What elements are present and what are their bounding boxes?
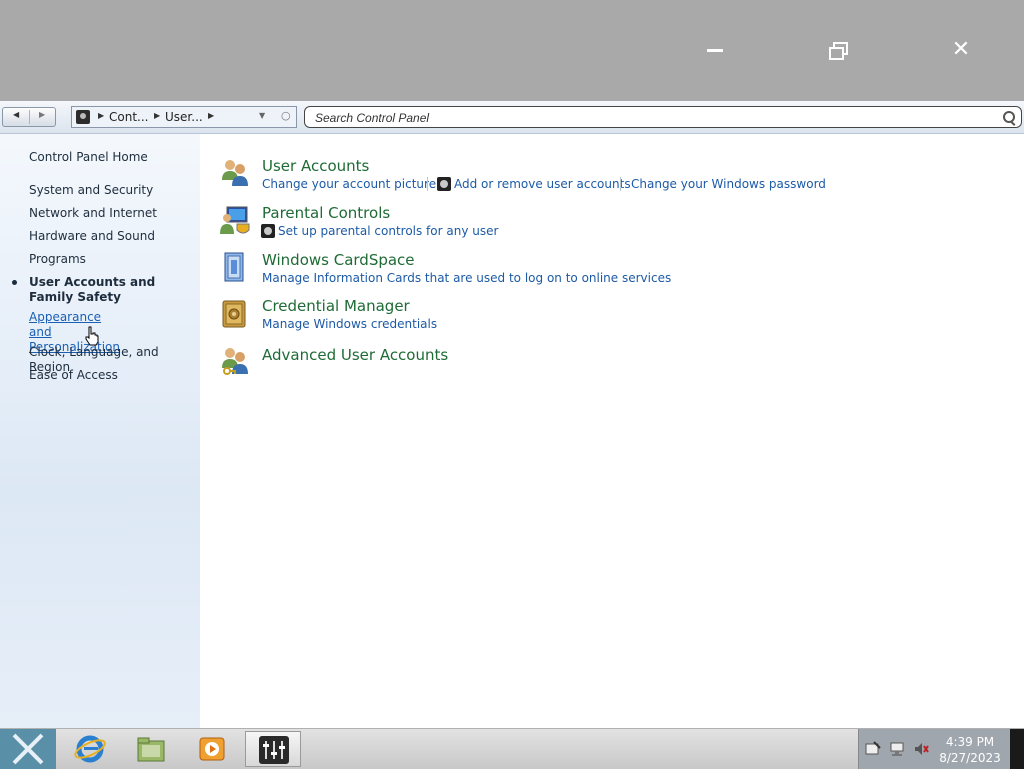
forward-button[interactable]: ▶ <box>39 110 45 119</box>
file-explorer-icon <box>137 737 165 762</box>
chevron-right-icon[interactable]: ▶ <box>98 111 104 120</box>
control-panel-icon <box>259 736 289 764</box>
taskbar-file-explorer[interactable] <box>123 731 179 767</box>
category-title-advanced-user-accounts[interactable]: Advanced User Accounts <box>262 346 448 364</box>
navigation-bar: ◀ ▶ ▶ Cont... ▶ User... ▶ ▼ ○ <box>0 101 1024 134</box>
cardspace-icon[interactable] <box>219 251 251 283</box>
category-title-cardspace[interactable]: Windows CardSpace <box>262 251 415 269</box>
users-icon[interactable] <box>219 156 251 188</box>
back-button[interactable]: ◀ <box>13 110 19 119</box>
task-manage-information-cards[interactable]: Manage Information Cards that are used t… <box>262 271 671 285</box>
sidebar-item-control-panel-home[interactable]: Control Panel Home <box>29 150 194 165</box>
task-add-remove-accounts[interactable]: Add or remove user accounts <box>454 177 631 191</box>
search-box[interactable] <box>304 106 1022 128</box>
window-titlebar[interactable]: ✕ <box>0 0 1024 101</box>
admin-shield-icon <box>261 224 275 238</box>
category-title-user-accounts[interactable]: User Accounts <box>262 157 369 175</box>
main-content: User Accounts Change your account pictur… <box>200 134 1024 728</box>
minimize-button[interactable] <box>701 36 729 64</box>
search-input[interactable] <box>313 109 997 127</box>
task-change-account-picture[interactable]: Change your account picture <box>262 177 436 191</box>
task-change-password[interactable]: Change your Windows password <box>631 177 826 191</box>
clock-time: 4:39 PM <box>945 735 995 749</box>
chevron-down-icon[interactable]: ▼ <box>259 111 265 120</box>
restore-icon-front <box>829 47 844 60</box>
restore-button[interactable] <box>824 36 852 64</box>
divider <box>29 110 30 124</box>
taskbar-control-panel[interactable] <box>245 731 301 767</box>
vault-icon[interactable] <box>219 298 251 330</box>
taskbar-internet-explorer[interactable] <box>62 731 118 767</box>
clock[interactable]: 4:39 PM 8/27/2023 <box>930 734 1010 766</box>
network-icon[interactable] <box>889 741 905 757</box>
breadcrumb-user-accounts[interactable]: User... <box>165 110 203 124</box>
users-key-icon[interactable] <box>219 344 251 376</box>
taskbar: 4:39 PM 8/27/2023 <box>0 728 1024 769</box>
breadcrumb-control-panel[interactable]: Cont... <box>109 110 148 124</box>
start-x-icon <box>12 733 44 765</box>
address-bar[interactable]: ▶ Cont... ▶ User... ▶ ▼ ○ <box>71 106 297 128</box>
task-setup-parental-controls[interactable]: Set up parental controls for any user <box>278 224 498 238</box>
search-icon[interactable] <box>1003 111 1015 123</box>
category-title-parental-controls[interactable]: Parental Controls <box>262 204 390 222</box>
sidebar-item-network-internet[interactable]: Network and Internet <box>29 206 194 221</box>
show-desktop-button[interactable] <box>1010 729 1024 769</box>
taskbar-media-player[interactable] <box>184 731 240 767</box>
start-button[interactable] <box>0 729 56 769</box>
sidebar: Control Panel Home System and Security N… <box>0 134 200 728</box>
hand-cursor-icon <box>85 326 99 346</box>
current-item-bullet <box>12 280 17 285</box>
sidebar-item-user-accounts: User Accounts and Family Safety <box>29 275 156 304</box>
task-manage-windows-credentials[interactable]: Manage Windows credentials <box>262 317 437 331</box>
internet-explorer-icon <box>74 735 106 763</box>
media-player-icon <box>199 737 225 761</box>
sidebar-item-system-security[interactable]: System and Security <box>29 183 194 198</box>
user-accounts-icon <box>76 110 90 124</box>
chevron-right-icon[interactable]: ▶ <box>208 111 214 120</box>
volume-muted-icon[interactable] <box>913 741 929 757</box>
sidebar-item-programs[interactable]: Programs <box>29 252 194 267</box>
sidebar-item-ease-of-access[interactable]: Ease of Access <box>29 368 194 383</box>
chevron-right-icon[interactable]: ▶ <box>154 111 160 120</box>
parental-controls-icon[interactable] <box>219 204 251 236</box>
refresh-icon[interactable]: ○ <box>281 109 291 122</box>
action-center-icon[interactable] <box>865 741 881 757</box>
admin-shield-icon <box>437 177 451 191</box>
close-button[interactable]: ✕ <box>947 36 975 64</box>
back-forward-buttons: ◀ ▶ <box>2 107 56 127</box>
sidebar-item-hardware-sound[interactable]: Hardware and Sound <box>29 229 194 244</box>
divider <box>427 177 428 191</box>
clock-date: 8/27/2023 <box>939 751 1001 765</box>
category-title-credential-manager[interactable]: Credential Manager <box>262 297 410 315</box>
divider <box>620 177 621 191</box>
